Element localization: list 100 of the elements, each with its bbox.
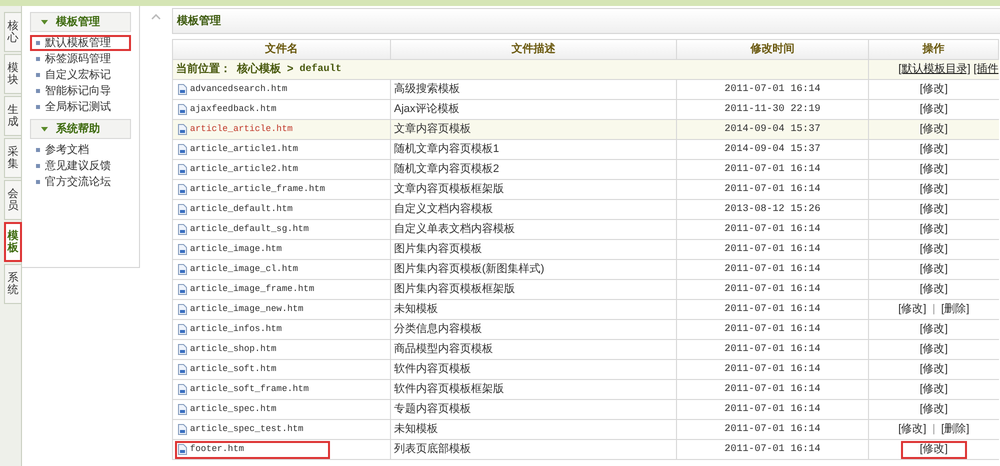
- table-row[interactable]: article_default.htm 自定义文档内容模板 2013-08-12 15:26 [修改]: [172, 200, 998, 220]
- folder-name: default: [299, 62, 342, 77]
- action-link[interactable]: [修改]: [920, 81, 948, 98]
- file-icon: [178, 324, 187, 335]
- caret-icon: [41, 126, 48, 132]
- action-separator: |: [932, 302, 936, 318]
- table-row[interactable]: article_spec_test.htm 未知模板 2011-07-01 16:14 [修改] | [删除]: [172, 420, 998, 440]
- sidebar-item[interactable]: 自定义宏标记: [30, 67, 131, 83]
- file-icon: [178, 444, 187, 455]
- side-tab[interactable]: 模板: [4, 222, 22, 262]
- section-header[interactable]: 模板管理: [30, 12, 131, 32]
- directory-link[interactable]: [默认模板目录]: [898, 61, 970, 78]
- action-link[interactable]: [修改]: [920, 141, 948, 158]
- side-tab[interactable]: 生成: [4, 96, 22, 136]
- table-row[interactable]: article_default_sg.htm 自定义单表文档内容模板 2011-07-01 16:14 [修改]: [172, 220, 998, 240]
- action-link[interactable]: [修改]: [920, 161, 948, 178]
- action-separator: |: [932, 422, 936, 438]
- file-icon: [178, 264, 187, 275]
- file-icon: [178, 164, 187, 175]
- file-name[interactable]: footer.htm: [190, 442, 244, 456]
- file-icon: [178, 204, 187, 215]
- action-link[interactable]: [修改]: [920, 341, 948, 358]
- side-tab[interactable]: 会员: [4, 180, 22, 220]
- bullet-icon: [36, 41, 40, 45]
- sidebar-item[interactable]: 参考文档: [30, 142, 131, 158]
- column-header: 文件描述: [390, 40, 676, 60]
- table-row[interactable]: article_article_frame.htm 文章内容页模板框架版 2011-07-01 16:14 [修改]: [172, 180, 998, 200]
- bullet-icon: [36, 105, 40, 109]
- breadcrumb-link[interactable]: 核心模板: [237, 61, 281, 78]
- table-row[interactable]: article_article.htm 文章内容页模板 2014-09-04 15:37 [修改]: [172, 120, 998, 140]
- table-row[interactable]: article_image_new.htm 未知模板 2011-07-01 16:14 [修改] | [删除]: [172, 300, 998, 320]
- bullet-icon: [36, 180, 40, 184]
- file-icon: [178, 244, 187, 255]
- file-icon: [178, 284, 187, 295]
- location-label: 当前位置：: [176, 62, 231, 78]
- sidebar-item[interactable]: 标签源码管理: [30, 51, 131, 67]
- action-link[interactable]: [修改]: [920, 361, 948, 378]
- file-icon: [178, 304, 187, 315]
- table-row[interactable]: article_infos.htm 分类信息内容模板 2011-07-01 16:14 [修改]: [172, 320, 998, 340]
- table-row[interactable]: article_soft.htm 软件内容页模板 2011-07-01 16:14 [修改]: [172, 360, 998, 380]
- sidebar-item[interactable]: 默认模板管理: [30, 35, 131, 51]
- section-title: 模板管理: [56, 14, 100, 30]
- action-link[interactable]: [修改]: [920, 281, 948, 298]
- table-row[interactable]: article_shop.htm 商品模型内容页模板 2011-07-01 16:14 [修改]: [172, 340, 998, 360]
- action-link[interactable]: [修改]: [920, 261, 948, 278]
- file-icon: [178, 124, 187, 135]
- bullet-icon: [36, 148, 40, 152]
- side-tab[interactable]: 系统: [4, 264, 22, 304]
- sidebar-item[interactable]: 全局标记测试: [30, 99, 131, 115]
- directory-link[interactable]: [插件: [973, 61, 998, 78]
- table-row[interactable]: article_article2.htm 随机文章内容页模板2 2011-07-01 16:14 [修改]: [172, 160, 998, 180]
- action-link[interactable]: [修改]: [920, 321, 948, 338]
- bullet-icon: [36, 89, 40, 93]
- table-row[interactable]: advancedsearch.htm 高级搜索模板 2011-07-01 16:14 [修改]: [172, 80, 998, 100]
- table-row[interactable]: article_image_frame.htm 图片集内容页模板框架版 2011-07-01 16:14 [修改]: [172, 280, 998, 300]
- file-icon: [178, 84, 187, 95]
- action-link[interactable]: [修改]: [920, 181, 948, 198]
- file-icon: [178, 384, 187, 395]
- column-header: 操作: [868, 40, 998, 60]
- action-link[interactable]: [修改]: [898, 301, 926, 318]
- file-icon: [178, 344, 187, 355]
- collapse-icon[interactable]: [151, 14, 161, 20]
- side-tab[interactable]: 核心: [4, 12, 22, 52]
- file-icon: [178, 144, 187, 155]
- file-icon: [178, 104, 187, 115]
- side-tab[interactable]: 采集: [4, 138, 22, 178]
- file-icon: [178, 364, 187, 375]
- caret-icon: [41, 20, 48, 24]
- table-row[interactable]: footer.htm 列表页底部模板 2011-07-01 16:14 [修改]: [172, 440, 998, 460]
- date-cell: 2011-07-01 16:14: [676, 440, 868, 460]
- table-row[interactable]: ajaxfeedback.htm Ajax评论模板 2011-11-30 22:19 [修改]: [172, 100, 998, 120]
- sidebar-item[interactable]: 智能标记向导: [30, 83, 131, 99]
- file-icon: [178, 424, 187, 435]
- action-link[interactable]: [修改]: [920, 241, 948, 258]
- breadcrumb-separator: >: [287, 62, 294, 78]
- action-link[interactable]: [删除]: [941, 301, 970, 318]
- action-link[interactable]: [修改]: [920, 401, 948, 418]
- sidebar-item[interactable]: 官方交流论坛: [30, 174, 131, 190]
- action-link[interactable]: [修改]: [898, 421, 926, 438]
- column-header: 修改时间: [676, 40, 868, 60]
- action-link[interactable]: [修改]: [920, 221, 948, 238]
- side-tab[interactable]: 模块: [4, 54, 22, 94]
- action-link[interactable]: [修改]: [920, 441, 948, 458]
- panel-title: 模板管理: [177, 14, 221, 29]
- bullet-icon: [36, 73, 40, 77]
- table-row[interactable]: article_soft_frame.htm 软件内容页模板框架版 2011-07-01 16:14 [修改]: [172, 380, 998, 400]
- table-row[interactable]: article_article1.htm 随机文章内容页模板1 2014-09-04 15:37 [修改]: [172, 140, 998, 160]
- action-link[interactable]: [修改]: [920, 201, 948, 218]
- section-title: 系统帮助: [56, 122, 100, 137]
- table-row[interactable]: article_image.htm 图片集内容页模板 2011-07-01 16:14 [修改]: [172, 240, 998, 260]
- action-link[interactable]: [删除]: [941, 421, 970, 438]
- column-header: 文件名: [172, 40, 390, 60]
- action-link[interactable]: [修改]: [920, 121, 948, 138]
- table-row[interactable]: article_image_cl.htm 图片集内容页模板(新图集样式) 2011-07-01 16:14 [修改]: [172, 260, 998, 280]
- sidebar-item[interactable]: 意见建议反馈: [30, 158, 131, 174]
- section-header[interactable]: 系统帮助: [30, 119, 131, 139]
- action-link[interactable]: [修改]: [920, 381, 948, 398]
- bullet-icon: [36, 57, 40, 61]
- table-row[interactable]: article_spec.htm 专题内容页模板 2011-07-01 16:14 [修改]: [172, 400, 998, 420]
- action-link[interactable]: [修改]: [920, 101, 948, 118]
